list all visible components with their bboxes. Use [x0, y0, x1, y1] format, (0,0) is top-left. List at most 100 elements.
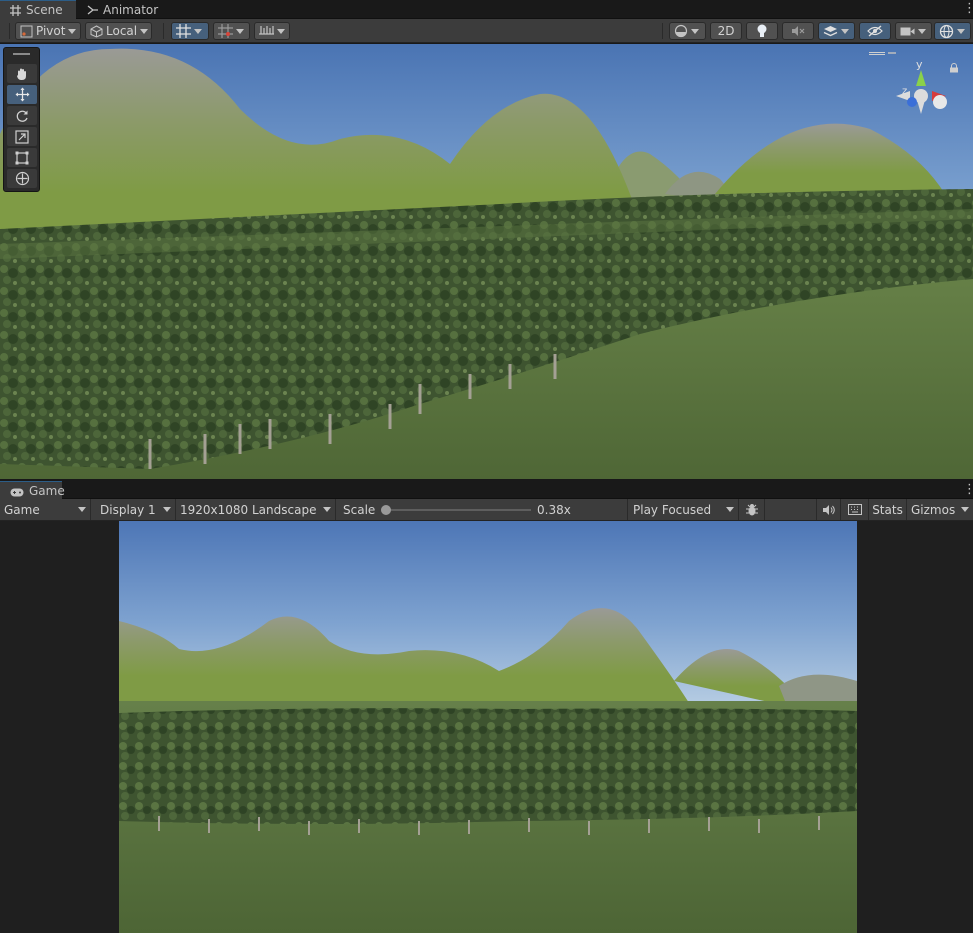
- game-view-select[interactable]: Game: [0, 499, 91, 520]
- gizmo-globe-icon: [939, 24, 954, 39]
- hand-icon: [15, 67, 29, 81]
- rect-tool-button[interactable]: [7, 148, 37, 167]
- toggle-2d-label: 2D: [717, 24, 735, 38]
- chevron-down-icon: [163, 507, 171, 512]
- grid-snap-icon: [176, 24, 191, 38]
- transform-tool-button[interactable]: [7, 169, 37, 188]
- tab-game[interactable]: Game: [0, 481, 65, 499]
- grid-icon: [10, 4, 21, 16]
- play-mode-select-label: Play Focused: [633, 502, 712, 517]
- move-tool-button[interactable]: [7, 85, 37, 104]
- orientation-gizmo[interactable]: y z: [880, 52, 954, 132]
- ruler-dropdown[interactable]: [254, 22, 290, 40]
- light-bulb-icon: [756, 24, 768, 38]
- scale-label: Scale: [343, 502, 376, 517]
- lighting-toggle[interactable]: [746, 22, 778, 40]
- toggle-2d-button[interactable]: 2D: [710, 22, 742, 40]
- game-menu-kebab-icon[interactable]: ⋮: [963, 483, 973, 497]
- move-arrows-icon: [15, 87, 30, 102]
- resolution-select-label: 1920x1080 Landscape: [180, 502, 317, 517]
- scene-tools-overlay: [3, 47, 40, 192]
- tab-scene-label: Scene: [26, 3, 63, 17]
- scale-icon: [15, 129, 29, 144]
- gizmos-toggle[interactable]: Gizmos: [907, 499, 973, 520]
- hidden-eye-icon: [867, 25, 883, 37]
- local-cube-icon: [90, 24, 103, 38]
- rotate-tool-button[interactable]: [7, 106, 37, 125]
- resolution-select[interactable]: 1920x1080 Landscape: [176, 499, 336, 520]
- local-label: Local: [106, 24, 138, 38]
- toolbar-separator: [662, 23, 663, 39]
- ruler-icon: [259, 24, 274, 38]
- snap-increment-icon: [218, 24, 233, 38]
- chevron-down-icon: [918, 28, 926, 34]
- scale-value: 0.38x: [537, 502, 571, 517]
- play-mode-select[interactable]: Play Focused: [629, 499, 739, 520]
- overlay-drag-handle[interactable]: [13, 53, 30, 55]
- gamepad-icon: [10, 486, 24, 497]
- bug-icon: [745, 503, 759, 517]
- display-select-label: Display 1: [100, 502, 156, 517]
- pivot-icon: [20, 25, 33, 38]
- audio-muted-icon: [791, 25, 805, 37]
- chevron-down-icon: [957, 28, 965, 34]
- gizmos-label: Gizmos: [911, 502, 956, 517]
- scene-menu-kebab-icon[interactable]: ⋮: [963, 2, 973, 16]
- toolbar-separator: [163, 23, 164, 39]
- tab-scene[interactable]: Scene: [0, 0, 76, 19]
- transform-globe-icon: [15, 171, 30, 186]
- scene-render: [0, 44, 973, 479]
- scene-visibility-toggle[interactable]: [859, 22, 891, 40]
- effects-dropdown[interactable]: [818, 22, 855, 40]
- editor-tab-bar: Scene Animator ⋮: [0, 0, 973, 19]
- chevron-down-icon: [961, 507, 969, 512]
- shading-mode-dropdown[interactable]: [669, 22, 706, 40]
- lock-icon[interactable]: [949, 62, 959, 73]
- chevron-down-icon: [323, 507, 331, 512]
- frame-debugger-button[interactable]: [739, 499, 765, 520]
- chevron-down-icon: [726, 507, 734, 512]
- local-dropdown[interactable]: Local: [85, 22, 152, 40]
- effects-layers-icon: [823, 24, 838, 38]
- increment-snapping-dropdown[interactable]: [213, 22, 250, 40]
- animator-icon: [87, 4, 98, 15]
- mute-audio-button[interactable]: [817, 499, 841, 520]
- camera-icon: [900, 26, 915, 37]
- game-view[interactable]: [0, 521, 973, 933]
- chevron-down-icon: [691, 28, 699, 34]
- toolbar-grip: [9, 23, 10, 39]
- rotate-icon: [15, 109, 29, 123]
- tab-game-label: Game: [29, 483, 65, 498]
- scale-control: Scale 0.38x: [337, 499, 628, 520]
- scene-viewport[interactable]: y z: [0, 44, 973, 479]
- tab-animator[interactable]: Animator: [77, 0, 163, 19]
- scale-slider-thumb[interactable]: [381, 505, 391, 515]
- game-render: [119, 521, 857, 933]
- audio-toggle[interactable]: [782, 22, 814, 40]
- stats-toggle[interactable]: Stats: [869, 499, 907, 520]
- game-toolbar: Game Display 1 1920x1080 Landscape Scale…: [0, 499, 973, 521]
- scene-camera-dropdown[interactable]: [895, 22, 932, 40]
- grid-snapping-toggle[interactable]: [171, 22, 209, 40]
- keyboard-icon: [847, 504, 862, 515]
- scale-slider[interactable]: [381, 505, 531, 515]
- gizmo-y-label: y: [916, 58, 923, 71]
- tab-animator-label: Animator: [103, 2, 159, 17]
- gizmos-dropdown[interactable]: [934, 22, 971, 40]
- scene-toolbar: Pivot Local 2D: [0, 19, 973, 43]
- shortcuts-toggle[interactable]: [841, 499, 869, 520]
- gizmo-drag-handle[interactable]: [869, 52, 885, 55]
- speaker-icon: [822, 504, 835, 516]
- toolbar-spacer: [765, 499, 817, 520]
- shading-sphere-icon: [674, 24, 688, 38]
- pivot-dropdown[interactable]: Pivot: [15, 22, 81, 40]
- chevron-down-icon: [68, 28, 77, 34]
- display-select[interactable]: Display 1: [92, 499, 176, 520]
- chevron-down-icon: [236, 28, 244, 34]
- view-tool-button[interactable]: [7, 64, 37, 83]
- scale-tool-button[interactable]: [7, 127, 37, 146]
- stats-label: Stats: [872, 502, 903, 517]
- game-view-select-label: Game: [4, 502, 40, 517]
- chevron-down-icon: [140, 28, 149, 34]
- rect-transform-icon: [15, 151, 29, 165]
